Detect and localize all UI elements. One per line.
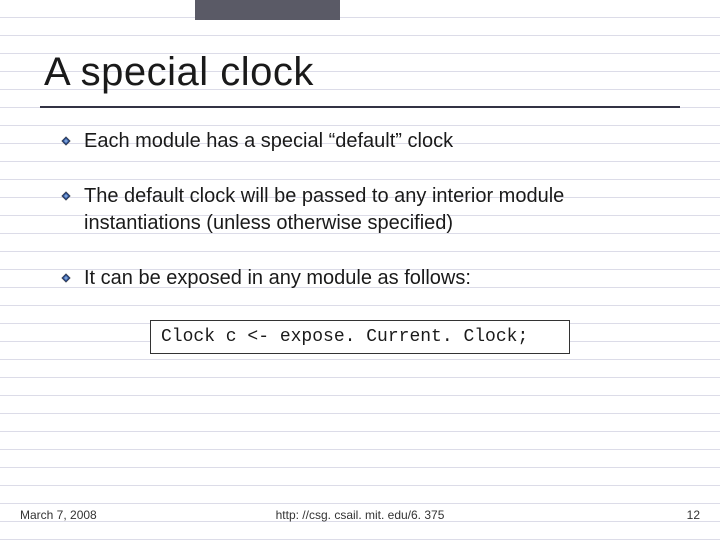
bullet-item: It can be exposed in any module as follo… [60, 265, 670, 292]
footer-url: http: //csg. csail. mit. edu/6. 375 [276, 508, 445, 522]
bullet-text: Each module has a special “default” cloc… [84, 128, 670, 155]
footer-page-number: 12 [687, 508, 700, 522]
bullet-item: The default clock will be passed to any … [60, 183, 670, 237]
slide-title: A special clock [44, 50, 314, 95]
bullet-text: The default clock will be passed to any … [84, 183, 670, 237]
diamond-bullet-icon [60, 272, 72, 284]
slide-content: Each module has a special “default” cloc… [60, 128, 670, 354]
diamond-bullet-icon [60, 190, 72, 202]
footer-date: March 7, 2008 [20, 508, 97, 522]
bullet-text: It can be exposed in any module as follo… [84, 265, 670, 292]
bullet-item: Each module has a special “default” cloc… [60, 128, 670, 155]
diamond-bullet-icon [60, 135, 72, 147]
header-tab [195, 0, 340, 20]
title-divider [40, 106, 680, 108]
code-snippet: Clock c <- expose. Current. Clock; [150, 320, 570, 354]
